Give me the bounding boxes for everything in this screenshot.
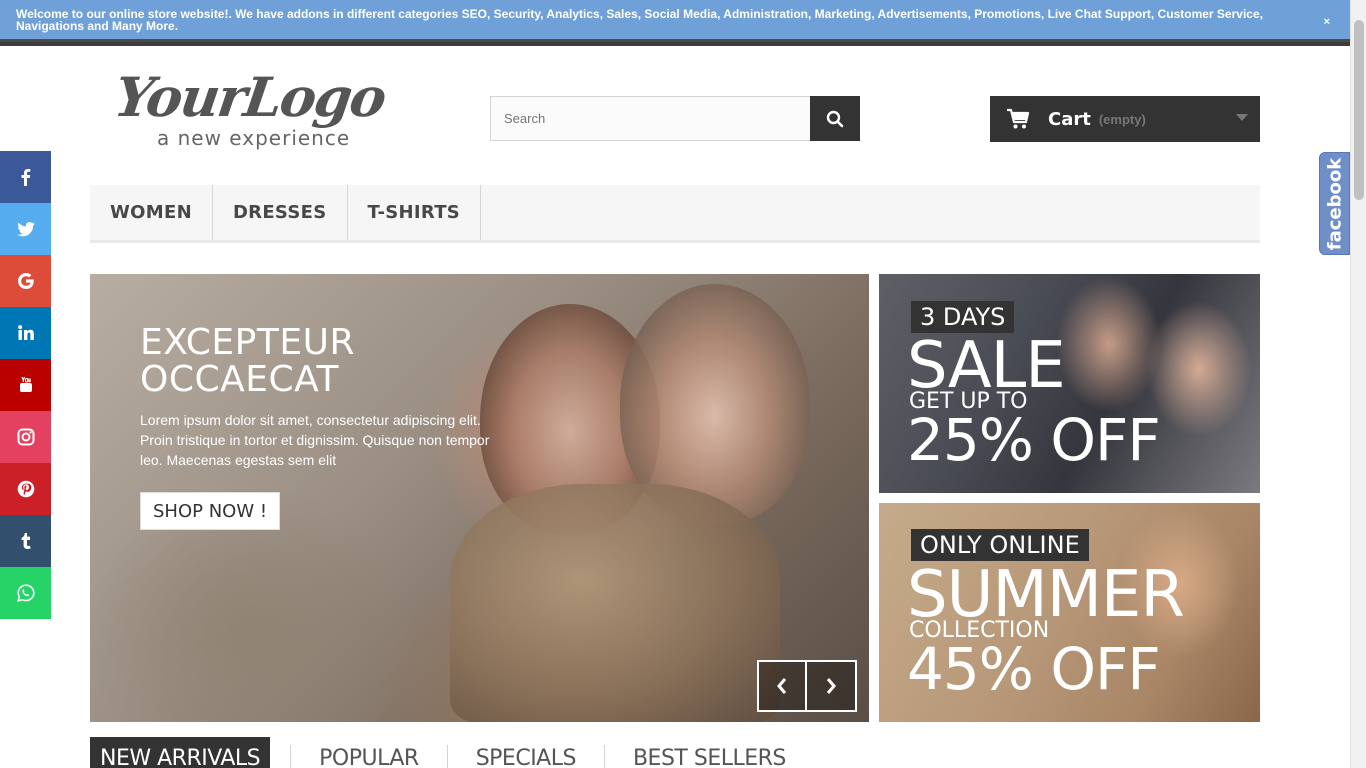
scrollbar-thumb[interactable] <box>1354 20 1364 200</box>
linkedin-icon <box>17 325 34 340</box>
pinterest-icon <box>17 480 34 498</box>
instagram-icon <box>17 428 34 446</box>
page-scrollbar[interactable] <box>1350 0 1366 768</box>
welcome-notice-bar: Welcome to our online store website!. We… <box>0 0 1350 42</box>
tab-divider <box>290 745 292 768</box>
hero-title-line-1: EXCEPTEUR <box>140 322 355 363</box>
summer-banner-headline: SUMMER <box>907 558 1185 632</box>
chevron-right-icon <box>826 678 836 694</box>
facebook-tab-label: facebook <box>1324 157 1345 250</box>
google-icon <box>17 273 34 289</box>
logo-main-text: YourLogo <box>110 65 389 129</box>
tab-specials[interactable]: SPECIALS <box>466 737 586 768</box>
sale-banner[interactable]: 3 DAYS SALE GET UP TO 25% OFF <box>879 274 1260 493</box>
tab-divider <box>446 745 448 768</box>
menu-item-women[interactable]: WOMEN <box>90 185 213 240</box>
top-nav-strip <box>0 42 1350 46</box>
notice-close-button[interactable]: × <box>1324 16 1330 28</box>
store-logo[interactable]: YourLogo a new experience <box>111 65 405 150</box>
social-google-button[interactable] <box>0 255 51 307</box>
social-youtube-button[interactable] <box>0 359 51 411</box>
tab-divider <box>603 745 605 768</box>
main-menu: WOMEN DRESSES T-SHIRTS <box>90 185 1260 243</box>
social-facebook-button[interactable] <box>0 151 51 203</box>
search-input[interactable] <box>490 96 810 141</box>
logo-tagline: a new experience <box>157 126 351 150</box>
summer-banner-discount: 45% OFF <box>907 635 1161 703</box>
tumblr-icon <box>21 533 31 549</box>
welcome-notice-text: Welcome to our online store website!. We… <box>16 7 1263 33</box>
slider-prev-button[interactable] <box>757 660 807 712</box>
product-tabs: NEW ARRIVALS POPULAR SPECIALS BEST SELLE… <box>90 737 796 768</box>
social-share-sidebar <box>0 151 51 619</box>
cart-status: (empty) <box>1098 111 1146 127</box>
hero-scarf-image <box>450 484 780 722</box>
hero-title-line-2: OCCAECAT <box>140 359 339 400</box>
hero-description: Lorem ipsum dolor sit amet, consectetur … <box>140 412 490 468</box>
social-whatsapp-button[interactable] <box>0 567 51 619</box>
sale-banner-discount: 25% OFF <box>907 406 1161 474</box>
social-twitter-button[interactable] <box>0 203 51 255</box>
facebook-icon <box>21 169 30 186</box>
search-bar <box>490 96 860 141</box>
facebook-like-tab[interactable]: facebook <box>1319 152 1350 255</box>
chevron-left-icon <box>777 678 787 694</box>
shop-now-button[interactable]: SHOP NOW ! <box>140 492 281 530</box>
tab-new-arrivals[interactable]: NEW ARRIVALS <box>90 737 271 768</box>
hero-slider[interactable]: EXCEPTEUR OCCAECAT Lorem ipsum dolor sit… <box>90 274 869 722</box>
social-instagram-button[interactable] <box>0 411 51 463</box>
cart-icon <box>1007 108 1030 129</box>
youtube-icon <box>19 376 32 392</box>
tab-popular[interactable]: POPULAR <box>309 737 429 768</box>
social-pinterest-button[interactable] <box>0 463 51 515</box>
sale-banner-headline: SALE <box>907 329 1066 403</box>
twitter-icon <box>16 222 35 237</box>
cart-button[interactable]: Cart (empty) <box>990 96 1260 142</box>
summer-banner-tag: ONLY ONLINE <box>911 529 1089 561</box>
summer-banner[interactable]: ONLY ONLINE SUMMER COLLECTION 45% OFF <box>879 503 1260 722</box>
cart-label: Cart <box>1048 108 1091 130</box>
menu-item-dresses[interactable]: DRESSES <box>213 185 348 240</box>
chevron-down-icon <box>1236 114 1248 121</box>
search-button[interactable] <box>810 96 860 141</box>
tab-best-sellers[interactable]: BEST SELLERS <box>623 737 796 768</box>
hero-title: EXCEPTEUR OCCAECAT <box>140 324 355 398</box>
slider-next-button[interactable] <box>807 660 857 712</box>
search-icon <box>826 110 844 127</box>
slider-navigation <box>757 660 857 712</box>
menu-item-t-shirts[interactable]: T-SHIRTS <box>348 185 482 240</box>
social-linkedin-button[interactable] <box>0 307 51 359</box>
whatsapp-icon <box>16 584 35 602</box>
social-tumblr-button[interactable] <box>0 515 51 567</box>
